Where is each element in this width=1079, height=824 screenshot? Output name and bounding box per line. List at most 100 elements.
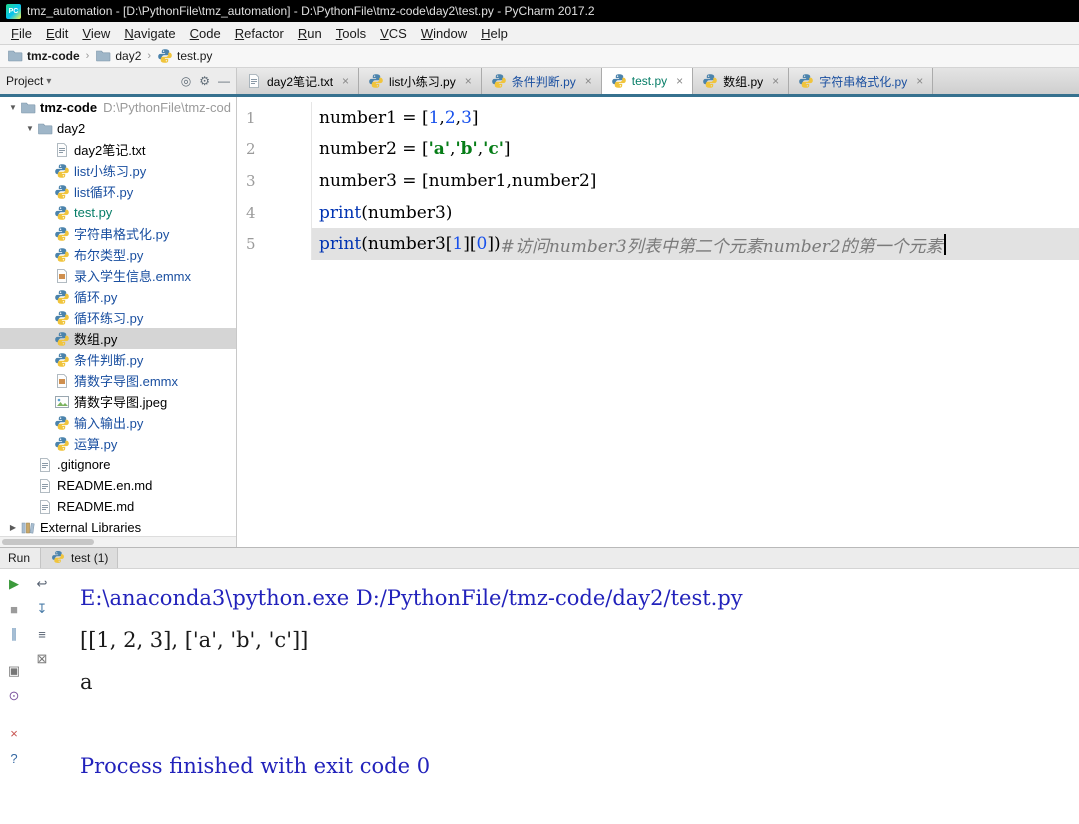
tree-item[interactable]: ▶ External Libraries [0, 517, 236, 536]
tree-item[interactable]: 猜数字导图.jpeg [0, 391, 236, 412]
tree-item[interactable]: 输入输出.py [0, 412, 236, 433]
pause-output-button[interactable]: ∥ [4, 625, 24, 643]
editor-line[interactable]: 5 print (number3[1][0]) #访问number3列表中第二个元素n… [237, 228, 1079, 260]
python-file-icon [54, 247, 70, 263]
tree-item[interactable]: list小练习.py [0, 160, 236, 181]
code-token: number3 = [number1,number2] [319, 170, 597, 191]
menu-view[interactable]: View [75, 24, 117, 43]
tree-item[interactable]: 运算.py [0, 433, 236, 454]
tree-item[interactable]: README.md [0, 496, 236, 517]
menu-vcs[interactable]: VCS [373, 24, 414, 43]
chevron-down-icon[interactable]: ▾ [46, 76, 51, 87]
tree-item-label: 猜数字导图.emmx [74, 374, 179, 389]
tree-item[interactable]: 布尔类型.py [0, 244, 236, 265]
tree-item[interactable]: 条件判断.py [0, 349, 236, 370]
tree-item[interactable]: 数组.py [0, 328, 236, 349]
tree-item[interactable]: 猜数字导图.emmx [0, 370, 236, 391]
python-file-icon [54, 289, 70, 305]
folder-icon [20, 100, 36, 116]
breadcrumb-label: test.py [177, 49, 213, 63]
tree-item-label: day2笔记.txt [74, 143, 146, 158]
tree-item[interactable]: 循环.py [0, 286, 236, 307]
editor-line[interactable]: 1 number1 = [1, 2, 3] [237, 102, 1079, 134]
rerun-button[interactable]: ▶ [4, 575, 24, 593]
locate-file-button[interactable]: ◎ [181, 74, 191, 88]
code-token: (number3[ [361, 234, 453, 255]
editor-line[interactable]: 4 print (number3) [237, 196, 1079, 229]
code-token: ]) [487, 234, 501, 255]
editor-tab[interactable]: list小练习.py × [359, 68, 482, 94]
chevron-down-icon[interactable]: ▼ [6, 103, 20, 112]
pin-tab-button[interactable]: ⊙ [4, 687, 24, 705]
tree-item[interactable]: 字符串格式化.py [0, 223, 236, 244]
breadcrumb-item[interactable]: day2 [95, 48, 141, 64]
python-file-icon [54, 226, 70, 242]
clear-console-button[interactable]: ⊠ [32, 650, 52, 668]
soft-wrap-button[interactable]: ↩ [32, 575, 52, 593]
hide-panel-button[interactable]: — [218, 74, 230, 88]
menu-refactor[interactable]: Refactor [228, 24, 291, 43]
close-button[interactable]: × [4, 724, 24, 742]
help-button[interactable]: ? [4, 749, 24, 767]
project-panel-title: Project [6, 74, 44, 88]
tree-item[interactable]: 循环练习.py [0, 307, 236, 328]
print-button[interactable]: ≡ [32, 625, 52, 643]
run-tab[interactable]: test (1) [40, 548, 119, 568]
menu-navigate[interactable]: Navigate [117, 24, 182, 43]
breadcrumb-item[interactable]: test.py [157, 48, 212, 64]
code-token: 3 [461, 107, 472, 128]
tree-item-label: README.en.md [57, 478, 153, 493]
code-token: 1 [452, 234, 464, 255]
editor-line[interactable]: 3 number3 = [number1,number2] [237, 165, 1079, 197]
tree-item[interactable]: list循环.py [0, 181, 236, 202]
python-file-icon [157, 48, 173, 64]
editor-tab[interactable]: test.py × [601, 68, 694, 94]
breadcrumb-item[interactable]: tmz-code [7, 48, 80, 64]
code-line: print (number3) [312, 197, 1079, 229]
editor-tab[interactable]: 字符串格式化.py × [789, 68, 934, 94]
text-caret [943, 233, 946, 255]
tab-label: 条件判断.py [511, 74, 576, 89]
menu-help[interactable]: Help [474, 24, 515, 43]
tree-item[interactable]: 录入学生信息.emmx [0, 265, 236, 286]
restore-layout-button[interactable]: ▣ [4, 662, 24, 680]
code-line: print (number3[1][0]) #访问number3列表中第二个元素nu… [312, 228, 1079, 260]
menu-code[interactable]: Code [183, 24, 228, 43]
tree-item-label: 字符串格式化.py [74, 227, 170, 242]
tab-close-icon[interactable]: × [916, 74, 923, 88]
menu-window[interactable]: Window [414, 24, 474, 43]
code-token: 0 [476, 234, 488, 255]
editor-tab[interactable]: 条件判断.py × [481, 68, 602, 94]
code-token: ] [471, 107, 479, 128]
menu-run[interactable]: Run [291, 24, 329, 43]
tab-close-icon[interactable]: × [585, 74, 592, 88]
tree-item[interactable]: .gitignore [0, 454, 236, 475]
menu-tools[interactable]: Tools [329, 24, 373, 43]
tree-item[interactable]: ▼ day2 [0, 118, 236, 139]
tab-close-icon[interactable]: × [676, 74, 683, 88]
menu-edit[interactable]: Edit [39, 24, 75, 43]
tab-close-icon[interactable]: × [772, 74, 779, 88]
menu-file[interactable]: File [4, 24, 39, 43]
editor-line[interactable]: 2 number2 = ['a','b','c'] [237, 133, 1079, 166]
stop-button[interactable]: ■ [4, 600, 24, 618]
editor[interactable]: 1 number1 = [1, 2, 3] 2 number2 = ['a','b','c… [237, 97, 1079, 547]
console-output[interactable]: E:\anaconda3\python.exe D:/PythonFile/tm… [56, 569, 1079, 824]
line-number: 1 [237, 102, 312, 134]
scroll-to-end-button[interactable]: ↧ [32, 600, 52, 618]
editor-tab[interactable]: 数组.py × [693, 68, 790, 94]
tree-item[interactable]: day2笔记.txt [0, 139, 236, 160]
python-file-icon [798, 73, 814, 89]
code-token: 'a' [428, 139, 451, 160]
tab-close-icon[interactable]: × [465, 74, 472, 88]
chevron-right-icon[interactable]: ▶ [6, 523, 20, 532]
scrollbar-thumb[interactable] [2, 539, 94, 545]
tree-item[interactable]: README.en.md [0, 475, 236, 496]
tree-item[interactable]: ▼ tmz-code D:\PythonFile\tmz-cod [0, 97, 236, 118]
tab-close-icon[interactable]: × [342, 74, 349, 88]
editor-tab[interactable]: day2笔记.txt × [237, 68, 360, 94]
horizontal-scrollbar[interactable] [0, 536, 236, 547]
chevron-down-icon[interactable]: ▼ [23, 124, 37, 133]
tree-item[interactable]: test.py [0, 202, 236, 223]
settings-gear-button[interactable]: ⚙ [199, 74, 210, 88]
